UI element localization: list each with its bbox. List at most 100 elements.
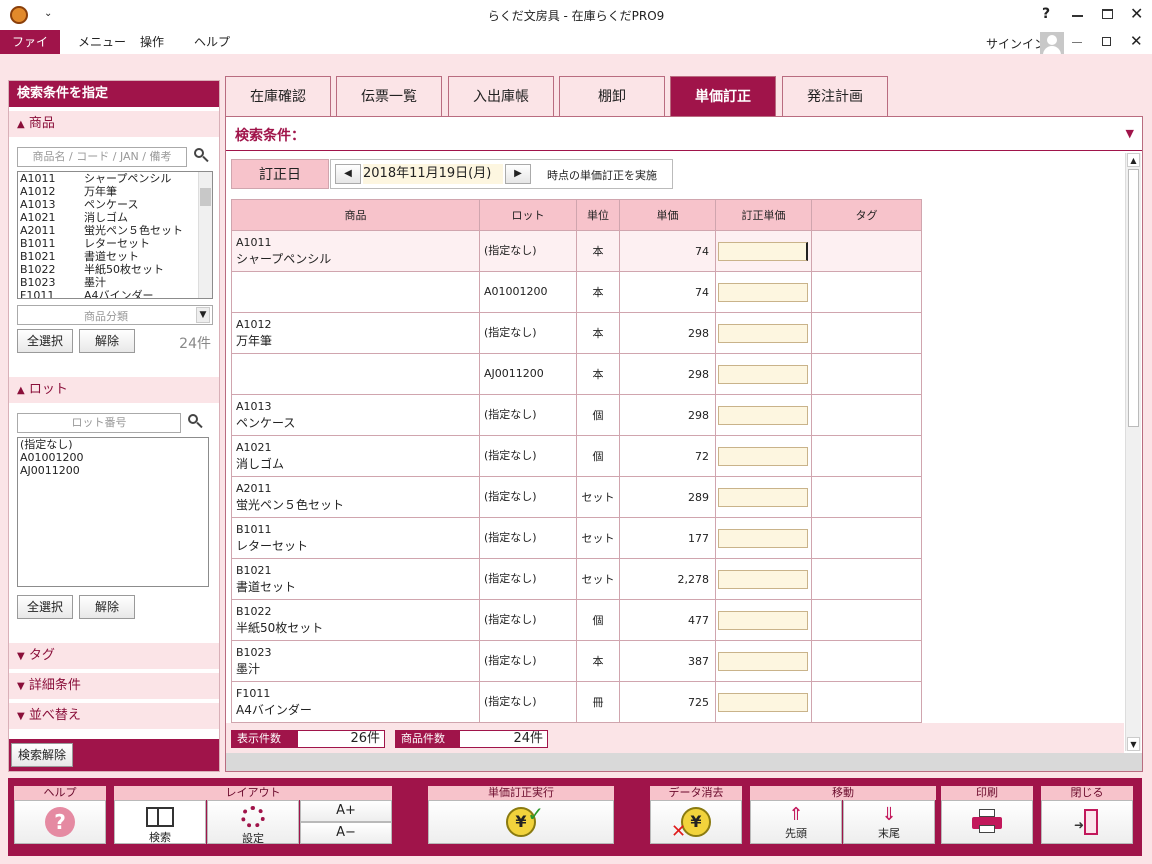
product-list-item[interactable]: B1023 墨汁 bbox=[20, 276, 212, 289]
signin-link[interactable]: サインイン bbox=[986, 35, 1046, 52]
product-list-item[interactable]: F1011 A4バインダー bbox=[20, 289, 212, 298]
prev-date-button[interactable]: ◀ bbox=[335, 164, 361, 184]
help-button[interactable]: ? bbox=[14, 800, 106, 844]
new-price-input[interactable] bbox=[718, 569, 808, 589]
detail-section-header[interactable]: ▼ 詳細条件 bbox=[9, 673, 219, 699]
delete-data-button[interactable]: ¥ ✕ bbox=[650, 800, 742, 844]
category-select[interactable]: 商品分類 ▼ bbox=[17, 305, 213, 325]
column-header-lot[interactable]: ロット bbox=[479, 199, 577, 231]
tag-section-header[interactable]: ▼ タグ bbox=[9, 643, 219, 669]
tag-cell[interactable] bbox=[811, 394, 922, 436]
menu-file[interactable]: ファイル bbox=[0, 30, 60, 73]
menu-help[interactable]: ヘルプ bbox=[182, 30, 242, 54]
new-price-input[interactable] bbox=[718, 528, 808, 548]
column-header-product[interactable]: 商品 bbox=[231, 199, 480, 231]
tag-cell[interactable] bbox=[811, 312, 922, 354]
table-row[interactable]: A1021 消しゴム (指定なし) 個 72 bbox=[231, 435, 922, 477]
product-list-item[interactable]: A1012 万年筆 bbox=[20, 185, 212, 198]
tab-slip-list[interactable]: 伝票一覧 bbox=[336, 76, 442, 116]
product-list-item[interactable]: B1021 書道セット bbox=[20, 250, 212, 263]
table-row[interactable]: A2011 蛍光ペン５色セット (指定なし) セット 289 bbox=[231, 476, 922, 518]
product-list-scrollbar[interactable] bbox=[198, 172, 212, 298]
lot-select-all-button[interactable]: 全選択 bbox=[17, 595, 73, 619]
inner-restore-icon[interactable] bbox=[1102, 37, 1111, 46]
new-price-input[interactable] bbox=[718, 651, 808, 671]
table-row[interactable]: A1011 シャープペンシル (指定なし) 本 74 bbox=[231, 230, 922, 272]
search-icon[interactable] bbox=[193, 147, 209, 163]
lot-list[interactable]: (指定なし) A01001200 AJ0011200 bbox=[17, 437, 209, 587]
tag-cell[interactable] bbox=[811, 681, 922, 723]
lot-section-header[interactable]: ▲ ロット bbox=[9, 377, 219, 403]
tag-cell[interactable] bbox=[811, 435, 922, 477]
product-list-item[interactable]: A2011 蛍光ペン５色セット bbox=[20, 224, 212, 237]
product-search-input[interactable]: 商品名 / コード / JAN / 備考 bbox=[17, 147, 187, 167]
help-question-icon[interactable]: ? bbox=[1042, 6, 1050, 22]
product-list-item[interactable]: B1011 レターセット bbox=[20, 237, 212, 250]
table-row[interactable]: B1011 レターセット (指定なし) セット 177 bbox=[231, 517, 922, 559]
print-button[interactable] bbox=[941, 800, 1033, 844]
lot-list-item[interactable]: AJ0011200 bbox=[20, 464, 208, 477]
column-header-price[interactable]: 単価 bbox=[619, 199, 716, 231]
table-row[interactable]: B1021 書道セット (指定なし) セット 2,278 bbox=[231, 558, 922, 600]
tag-cell[interactable] bbox=[811, 271, 922, 313]
table-row[interactable]: AJ0011200 本 298 bbox=[231, 353, 922, 395]
table-row[interactable]: B1022 半紙50枚セット (指定なし) 個 477 bbox=[231, 599, 922, 641]
move-first-button[interactable]: ⇑ 先頭 bbox=[750, 800, 842, 844]
tag-cell[interactable] bbox=[811, 558, 922, 600]
layout-settings-button[interactable]: 設定 bbox=[207, 800, 299, 845]
tag-cell[interactable] bbox=[811, 476, 922, 518]
new-price-input[interactable] bbox=[718, 446, 808, 466]
tag-cell[interactable] bbox=[811, 230, 922, 272]
tab-price-correction[interactable]: 単価訂正 bbox=[670, 76, 776, 116]
next-date-button[interactable]: ▶ bbox=[505, 164, 531, 184]
table-row[interactable]: B1023 墨汁 (指定なし) 本 387 bbox=[231, 640, 922, 682]
search-condition-bar[interactable]: 検索条件： ▼ bbox=[226, 117, 1142, 151]
font-size-down-button[interactable]: A− bbox=[300, 822, 392, 844]
table-scrollbar[interactable]: ▲ ▼ bbox=[1125, 153, 1141, 751]
correction-date-value[interactable]: 2018年11月19日(月) bbox=[363, 164, 503, 184]
price-correction-execute-button[interactable]: ¥ ✓ bbox=[428, 800, 614, 844]
inner-close-icon[interactable]: ✕ bbox=[1130, 32, 1143, 50]
chevron-down-icon[interactable]: ▼ bbox=[1126, 127, 1134, 140]
column-header-tag[interactable]: タグ bbox=[811, 199, 922, 231]
product-list-item[interactable]: A1011 シャープペンシル bbox=[20, 172, 212, 185]
tag-cell[interactable] bbox=[811, 353, 922, 395]
new-price-input[interactable] bbox=[718, 487, 808, 507]
new-price-input[interactable] bbox=[718, 282, 808, 302]
minimize-icon[interactable] bbox=[1072, 15, 1083, 17]
new-price-input[interactable] bbox=[718, 692, 808, 712]
font-size-up-button[interactable]: A+ bbox=[300, 800, 392, 822]
menu-operation[interactable]: 操作 bbox=[128, 30, 176, 54]
tab-stock-check[interactable]: 在庫確認 bbox=[225, 76, 331, 116]
product-select-all-button[interactable]: 全選択 bbox=[17, 329, 73, 353]
product-list-item[interactable]: A1021 消しゴム bbox=[20, 211, 212, 224]
product-section-header[interactable]: ▲ 商品 bbox=[9, 111, 219, 137]
search-reset-button[interactable]: 検索解除 bbox=[11, 743, 73, 767]
column-header-new-price[interactable]: 訂正単価 bbox=[715, 199, 812, 231]
new-price-input[interactable] bbox=[718, 323, 808, 343]
table-row[interactable]: A01001200 本 74 bbox=[231, 271, 922, 313]
table-row[interactable]: A1012 万年筆 (指定なし) 本 298 bbox=[231, 312, 922, 354]
lot-clear-button[interactable]: 解除 bbox=[79, 595, 135, 619]
tag-cell[interactable] bbox=[811, 599, 922, 641]
product-list[interactable]: A1011 シャープペンシル A1012 万年筆 A1013 ペンケース A1021 消しゴム… bbox=[17, 171, 213, 299]
close-icon[interactable]: ✕ bbox=[1130, 4, 1143, 23]
user-avatar-icon[interactable] bbox=[1040, 32, 1064, 54]
tag-cell[interactable] bbox=[811, 517, 922, 559]
tab-inventory[interactable]: 棚卸 bbox=[559, 76, 665, 116]
sort-section-header[interactable]: ▼ 並べ替え bbox=[9, 703, 219, 729]
column-header-unit[interactable]: 単位 bbox=[576, 199, 620, 231]
new-price-input[interactable] bbox=[718, 610, 808, 630]
product-clear-button[interactable]: 解除 bbox=[79, 329, 135, 353]
maximize-icon[interactable] bbox=[1102, 9, 1113, 19]
new-price-input[interactable] bbox=[718, 241, 808, 261]
tab-inout-ledger[interactable]: 入出庫帳 bbox=[448, 76, 554, 116]
product-list-item[interactable]: B1022 半紙50枚セット bbox=[20, 263, 212, 276]
layout-search-button[interactable]: 検索 bbox=[114, 800, 206, 844]
move-last-button[interactable]: ⇓ 末尾 bbox=[843, 800, 935, 844]
lot-list-item[interactable]: A01001200 bbox=[20, 451, 208, 464]
search-icon[interactable] bbox=[187, 413, 203, 429]
lot-search-input[interactable]: ロット番号 bbox=[17, 413, 181, 433]
table-row[interactable]: F1011 A4バインダー (指定なし) 冊 725 bbox=[231, 681, 922, 723]
close-button[interactable]: ➜ bbox=[1041, 800, 1133, 844]
